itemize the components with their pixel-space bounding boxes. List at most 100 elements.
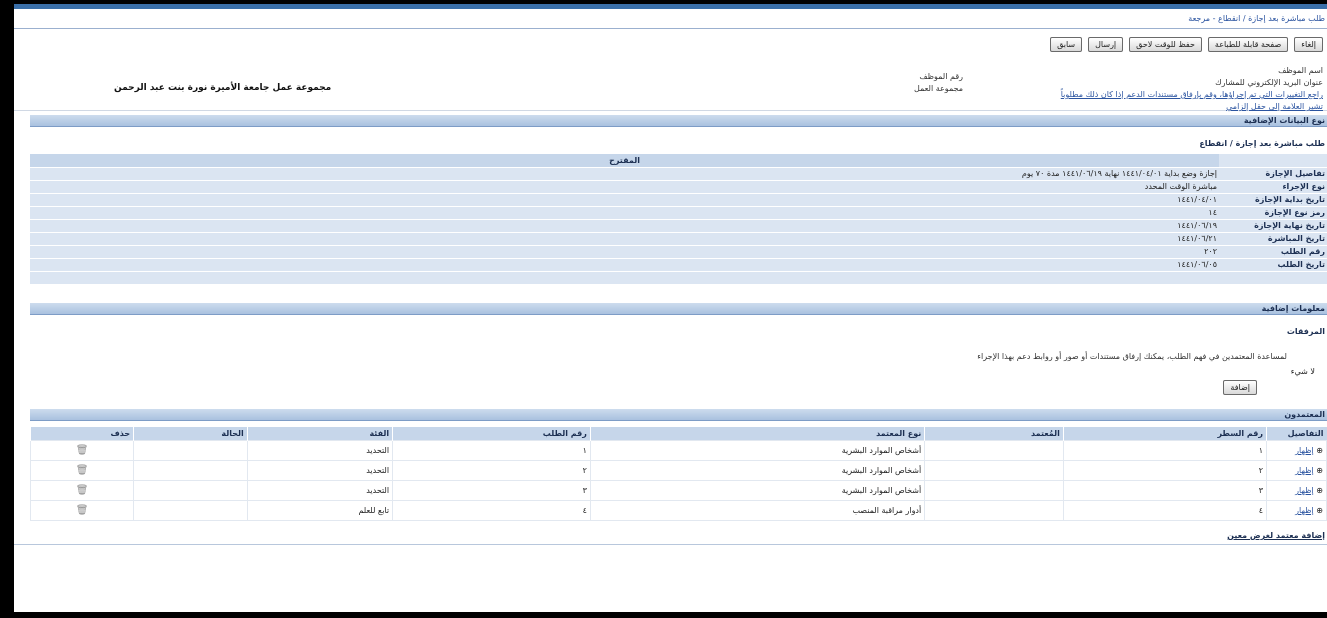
category: التحديد bbox=[246, 440, 394, 461]
detail-row: تاريخ بداية الإجازة ١٤٤١/٠٤/٠١ bbox=[30, 193, 1327, 207]
additional-info-section-bar: معلومات إضافية bbox=[30, 302, 1327, 315]
request-number: ٣ bbox=[392, 480, 591, 501]
column-header: الفئة bbox=[246, 426, 393, 441]
delete-icon[interactable]: 🗑 bbox=[29, 480, 135, 501]
back-button[interactable]: سابق bbox=[1050, 37, 1083, 52]
column-header: التفاصيل bbox=[1266, 426, 1327, 441]
request-number: ١ bbox=[392, 440, 591, 461]
detail-value: مباشرة الوقت المحدد bbox=[30, 180, 1219, 194]
expand-icon: ⊕ bbox=[1316, 506, 1323, 515]
attachments-heading: المرفقات bbox=[1286, 326, 1325, 336]
details-table-wrap: المقترح تفاصيل الإجازة إجازة وضع بداية ١٤… bbox=[30, 154, 1327, 285]
detail-label: تاريخ نهاية الإجازة bbox=[1219, 219, 1327, 233]
details-link[interactable]: إظهار bbox=[1295, 446, 1314, 455]
approvers-table: التفاصيل رقم السطر المُعتمد نوع المعتمد رقم … bbox=[29, 426, 1327, 521]
column-header: المُعتمد bbox=[924, 426, 1064, 441]
detail-label: تفاصيل الإجازة bbox=[1219, 167, 1327, 181]
cancel-button[interactable]: إلغاء bbox=[1294, 37, 1323, 52]
column-header: الحالة bbox=[133, 426, 248, 441]
expand-icon: ⊕ bbox=[1316, 486, 1323, 495]
add-attachment-button[interactable]: إضافة bbox=[1223, 379, 1257, 395]
action-buttons: إلغاء صفحة قابلة للطباعة حفظ للوقت لاحق … bbox=[1050, 37, 1323, 52]
detail-label: رقم الطلب bbox=[1219, 245, 1327, 259]
detail-row: رمز نوع الإجازة ١٤ bbox=[30, 206, 1327, 220]
work-group-label: مجموعة العمل bbox=[914, 84, 964, 93]
delete-icon[interactable]: 🗑 bbox=[29, 500, 135, 521]
detail-label: تاريخ المباشرة bbox=[1219, 232, 1327, 246]
column-header: رقم السطر bbox=[1062, 426, 1267, 441]
detail-value: ١٤ bbox=[30, 206, 1219, 220]
line-number: ٣ bbox=[1062, 480, 1268, 501]
table-row: ⊕ إظهار ٣ أشخاص الموارد البشرية ٣ التحديد 🗑 bbox=[29, 480, 1327, 501]
approver-type: أشخاص الموارد البشرية bbox=[589, 440, 926, 461]
attachments-notice: لمساعدة المعتمدين في فهم الطلب، يمكنك إر… bbox=[977, 351, 1287, 361]
approver-name bbox=[924, 440, 1064, 461]
detail-label: تاريخ الطلب bbox=[1219, 258, 1327, 272]
detail-row: تاريخ نهاية الإجازة ١٤٤١/٠٦/١٩ bbox=[30, 219, 1327, 233]
category: التحديد bbox=[246, 460, 394, 481]
no-attachments-text: لا شيء bbox=[1290, 366, 1315, 376]
approver-type: أدوار مراقبة المنصب bbox=[589, 500, 926, 521]
details-link[interactable]: إظهار bbox=[1295, 486, 1314, 495]
detail-row: تفاصيل الإجازة إجازة وضع بداية ١٤٤١/٠٤/٠١… bbox=[30, 167, 1327, 181]
request-number: ٢ bbox=[392, 460, 591, 481]
detail-label: تاريخ بداية الإجازة bbox=[1219, 193, 1327, 207]
column-header: حذف bbox=[29, 426, 134, 441]
detail-row: نوع الإجراء مباشرة الوقت المحدد bbox=[30, 180, 1327, 194]
approver-name bbox=[924, 480, 1064, 501]
detail-value: ١٤٤١/٠٦/١٩ bbox=[30, 219, 1219, 233]
detail-row: تاريخ الطلب ١٤٤١/٠٦/٠٥ bbox=[30, 258, 1327, 272]
category: التحديد bbox=[246, 480, 394, 501]
detail-value: ١٤٤١/٠٤/٠١ bbox=[30, 193, 1219, 207]
employee-name-label: اسم الموظف bbox=[1278, 66, 1323, 75]
category: تابع للعلم bbox=[246, 500, 394, 521]
page: طلب مباشرة بعد إجازة / انقطاع - مرجعة إل… bbox=[14, 4, 1327, 612]
column-header: رقم الطلب bbox=[392, 426, 591, 441]
detail-value: ١٤٤١/٠٦/٢١ bbox=[30, 232, 1219, 246]
table-row: ⊕ إظهار ٤ أدوار مراقبة المنصب ٤ تابع للعلم 🗑 bbox=[29, 500, 1327, 521]
save-for-later-button[interactable]: حفظ للوقت لاحق bbox=[1129, 37, 1202, 52]
detail-row: تاريخ المباشرة ١٤٤١/٠٦/٢١ bbox=[30, 232, 1327, 246]
status bbox=[133, 440, 248, 461]
request-number: ٤ bbox=[392, 500, 591, 521]
work-group-value: مجموعة عمل جامعة الأميرة نورة بنت عبد ال… bbox=[114, 83, 332, 93]
detail-row: رقم الطلب ٢٠٢ bbox=[30, 245, 1327, 259]
required-notice: تشير العلامة إلى حقل إلزامي bbox=[1226, 102, 1323, 111]
approver-type: أشخاص الموارد البشرية bbox=[589, 480, 926, 501]
detail-label: نوع الإجراء bbox=[1219, 180, 1327, 194]
add-approver-link[interactable]: إضافة معتمد لغرض معين bbox=[14, 521, 1327, 540]
line-number: ٤ bbox=[1062, 500, 1268, 521]
proposed-header: المقترح bbox=[30, 154, 1219, 168]
table-row: ⊕ إظهار ٢ أشخاص الموارد البشرية ٢ التحديد 🗑 bbox=[29, 460, 1327, 481]
delete-icon[interactable]: 🗑 bbox=[29, 440, 135, 461]
delete-icon[interactable]: 🗑 bbox=[29, 460, 135, 481]
submit-button[interactable]: إرسال bbox=[1088, 37, 1124, 52]
printable-page-button[interactable]: صفحة قابلة للطباعة bbox=[1207, 37, 1289, 52]
header-block: إلغاء صفحة قابلة للطباعة حفظ للوقت لاحق … bbox=[14, 29, 1327, 111]
detail-label: رمز نوع الإجازة bbox=[1219, 206, 1327, 220]
details-link[interactable]: إظهار bbox=[1295, 466, 1314, 475]
approver-name bbox=[924, 500, 1064, 521]
table-row: ⊕ إظهار ١ أشخاص الموارد البشرية ١ التحديد 🗑 bbox=[29, 440, 1327, 461]
approver-type: أشخاص الموارد البشرية bbox=[589, 460, 926, 481]
status bbox=[133, 460, 248, 481]
column-header: نوع المعتمد bbox=[589, 426, 925, 441]
expand-icon: ⊕ bbox=[1316, 466, 1323, 475]
footer-divider bbox=[14, 544, 1327, 545]
employee-number-label: رقم الموظف bbox=[919, 72, 964, 81]
review-notice: راجع التغييرات التي تم إجراؤها، وقم بإرف… bbox=[1060, 90, 1323, 99]
detail-value: ٢٠٢ bbox=[30, 245, 1219, 259]
status bbox=[133, 480, 248, 501]
details-link[interactable]: إظهار bbox=[1295, 506, 1314, 515]
employee-meta: رقم الموظف مجموعة العمل bbox=[914, 71, 963, 95]
line-number: ٢ bbox=[1062, 460, 1268, 481]
header-fields: اسم الموظف عنوان البريد الإلكتروني للمشا… bbox=[1061, 65, 1323, 113]
extra-data-section-bar: نوع البيانات الإضافية bbox=[30, 115, 1327, 127]
line-number: ١ bbox=[1062, 440, 1268, 461]
approver-name bbox=[924, 460, 1064, 481]
detail-value: إجازة وضع بداية ١٤٤١/٠٤/٠١ نهاية ١٤٤١/٠٦… bbox=[30, 167, 1219, 181]
details-table: المقترح تفاصيل الإجازة إجازة وضع بداية ١٤… bbox=[30, 154, 1327, 285]
email-label: عنوان البريد الإلكتروني للمشارك bbox=[1215, 78, 1323, 87]
approvers-section-bar: المعتمدون bbox=[30, 408, 1327, 421]
request-title: طلب مباشرة بعد إجازة / انقطاع bbox=[1199, 139, 1325, 148]
